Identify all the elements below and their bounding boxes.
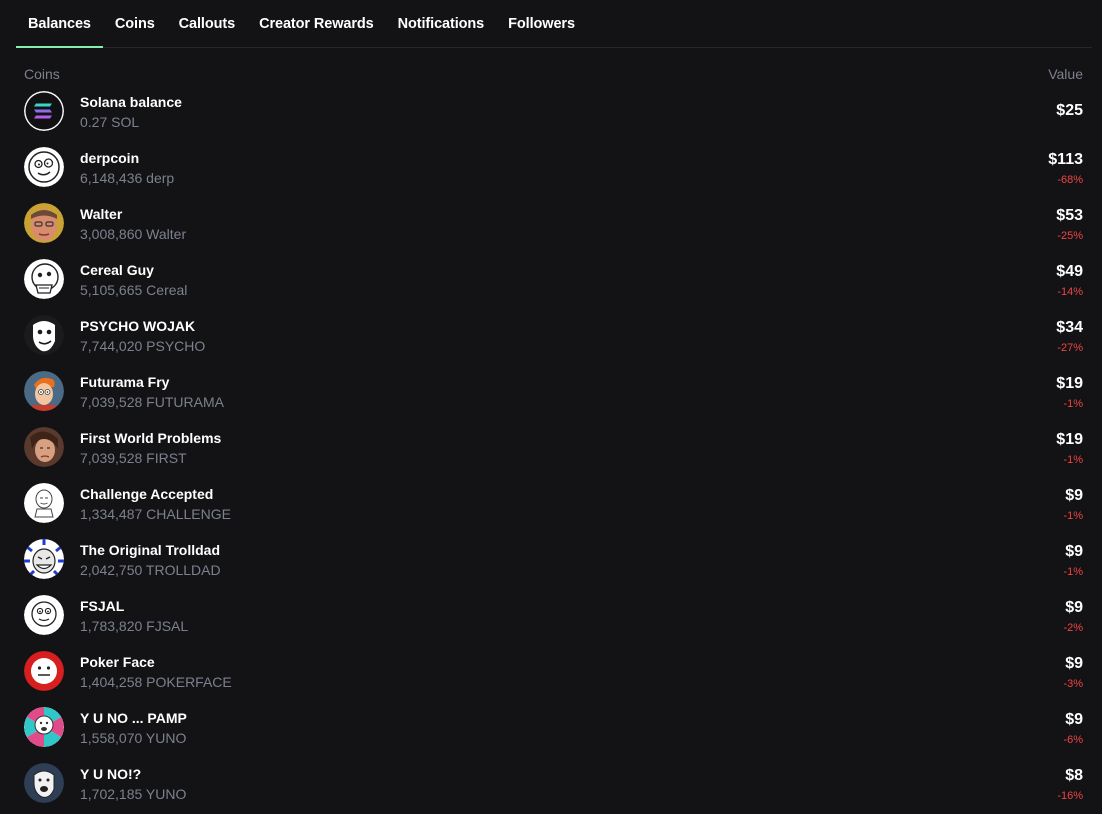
balance-row-first-world-problems[interactable]: First World Problems 7,039,528 FIRST $19… [24, 419, 1083, 475]
balance-row-solana[interactable]: Solana balance 0.27 SOL $25 [24, 83, 1083, 139]
coin-amount: 6,148,436 derp [80, 170, 175, 186]
coin-name: Walter [80, 206, 123, 222]
balance-row-futurama-fry[interactable]: Futurama Fry 7,039,528 FUTURAMA $19 -1% [24, 363, 1083, 419]
coin-change: -27% [1057, 342, 1083, 354]
coin-value: $9 [1065, 655, 1083, 672]
cereal-guy-icon [24, 259, 64, 299]
coin-amount: 7,039,528 FIRST [80, 450, 187, 466]
fsjal-face-icon [24, 595, 64, 635]
coin-amount: 1,783,820 FJSAL [80, 618, 189, 634]
coin-amount: 1,558,070 YUNO [80, 730, 187, 746]
coin-value: $19 [1056, 375, 1083, 392]
coin-change: -6% [1063, 734, 1083, 746]
table-header: Coins Value [24, 66, 1083, 82]
balance-row-y-u-no[interactable]: Y U NO!? 1,702,185 YUNO $8 -16% [24, 755, 1083, 811]
coin-value: $9 [1065, 487, 1083, 504]
coin-name: Solana balance [80, 94, 182, 110]
coin-name: Cereal Guy [80, 262, 154, 278]
coin-name: Y U NO ... PAMP [80, 710, 187, 726]
coin-name: The Original Trolldad [80, 542, 221, 558]
balance-row-trolldad[interactable]: The Original Trolldad 2,042,750 TROLLDAD… [24, 531, 1083, 587]
balance-row-y-u-no-pamp[interactable]: Y U NO ... PAMP 1,558,070 YUNO $9 -6% [24, 699, 1083, 755]
balances-list: Solana balance 0.27 SOL $25 derpcoin 6,1… [24, 83, 1083, 811]
y-u-no-pamp-icon [24, 707, 64, 747]
coin-name: Futurama Fry [80, 374, 170, 390]
coin-name: Poker Face [80, 654, 155, 670]
coin-amount: 7,039,528 FUTURAMA [80, 394, 224, 410]
coin-name: FSJAL [80, 598, 125, 614]
balance-row-poker-face[interactable]: Poker Face 1,404,258 POKERFACE $9 -3% [24, 643, 1083, 699]
coin-change: -68% [1057, 174, 1083, 186]
coin-value: $9 [1065, 599, 1083, 616]
coin-value: $19 [1056, 431, 1083, 448]
poker-face-icon [24, 651, 64, 691]
coin-value: $49 [1056, 263, 1083, 280]
balance-row-walter[interactable]: Walter 3,008,860 Walter $53 -25% [24, 195, 1083, 251]
coin-amount: 0.27 SOL [80, 114, 140, 130]
coin-value: $9 [1065, 711, 1083, 728]
value-column-header: Value [1048, 66, 1083, 82]
coin-change: -1% [1063, 510, 1083, 522]
coin-change: -1% [1063, 398, 1083, 410]
coins-column-header: Coins [24, 66, 60, 82]
coin-amount: 5,105,665 Cereal [80, 282, 188, 298]
balance-row-fsjal[interactable]: FSJAL 1,783,820 FJSAL $9 -2% [24, 587, 1083, 643]
walter-photo-icon [24, 203, 64, 243]
coin-name: First World Problems [80, 430, 222, 446]
coin-change: -2% [1063, 622, 1083, 634]
coin-value: $34 [1056, 319, 1083, 336]
coin-change: -3% [1063, 678, 1083, 690]
coin-amount: 1,702,185 YUNO [80, 786, 187, 802]
y-u-no-face-icon [24, 763, 64, 803]
coin-amount: 2,042,750 TROLLDAD [80, 562, 221, 578]
balance-row-challenge-accepted[interactable]: Challenge Accepted 1,334,487 CHALLENGE $… [24, 475, 1083, 531]
tab-bar: Balances Coins Callouts Creator Rewards … [16, 0, 1092, 48]
coin-name: Challenge Accepted [80, 486, 214, 502]
tab-balances[interactable]: Balances [16, 0, 103, 48]
balance-row-cereal-guy[interactable]: Cereal Guy 5,105,665 Cereal $49 -14% [24, 251, 1083, 307]
coin-value: $8 [1065, 767, 1083, 784]
balance-row-derpcoin[interactable]: derpcoin 6,148,436 derp $113 -68% [24, 139, 1083, 195]
coin-amount: 3,008,860 Walter [80, 226, 187, 242]
coin-value: $113 [1048, 151, 1083, 168]
coin-value: $53 [1056, 207, 1083, 224]
coin-value: $9 [1065, 543, 1083, 560]
balance-row-psycho-wojak[interactable]: PSYCHO WOJAK 7,744,020 PSYCHO $34 -27% [24, 307, 1083, 363]
coin-amount: 1,334,487 CHALLENGE [80, 506, 231, 522]
trolldad-icon [24, 539, 64, 579]
tab-creator-rewards[interactable]: Creator Rewards [247, 0, 386, 47]
coin-name: Y U NO!? [80, 766, 142, 782]
wojak-face-icon [24, 315, 64, 355]
solana-logo-icon [24, 91, 64, 131]
coin-name: PSYCHO WOJAK [80, 318, 196, 334]
coin-value: $25 [1056, 102, 1083, 119]
coin-change: -16% [1057, 790, 1083, 802]
coin-change: -14% [1057, 286, 1083, 298]
coin-change: -1% [1063, 566, 1083, 578]
coin-amount: 1,404,258 POKERFACE [80, 674, 232, 690]
tab-notifications[interactable]: Notifications [386, 0, 497, 47]
first-world-problems-icon [24, 427, 64, 467]
challenge-accepted-icon [24, 483, 64, 523]
fry-face-icon [24, 371, 64, 411]
derp-face-icon [24, 147, 64, 187]
coin-change: -1% [1063, 454, 1083, 466]
tab-callouts[interactable]: Callouts [167, 0, 247, 47]
tab-followers[interactable]: Followers [496, 0, 587, 47]
coin-amount: 7,744,020 PSYCHO [80, 338, 206, 354]
coin-name: derpcoin [80, 150, 140, 166]
coin-change: -25% [1057, 230, 1083, 242]
tab-coins[interactable]: Coins [103, 0, 167, 47]
